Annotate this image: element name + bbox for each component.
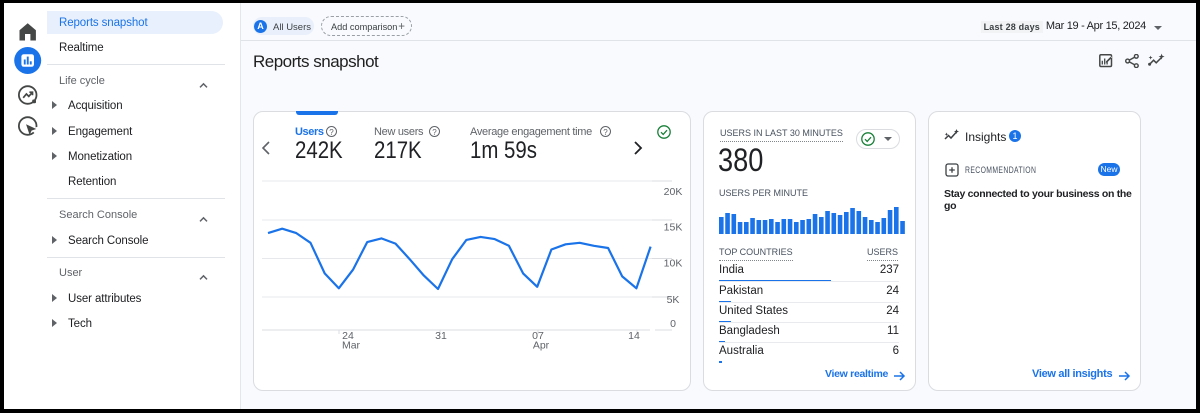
svg-text:31: 31 xyxy=(435,330,447,342)
svg-text:Apr: Apr xyxy=(533,340,550,352)
svg-text:10K: 10K xyxy=(664,258,683,270)
svg-text:Mar: Mar xyxy=(342,340,361,352)
svg-text:5K: 5K xyxy=(667,294,680,306)
svg-text:20K: 20K xyxy=(664,186,683,198)
svg-text:14: 14 xyxy=(628,330,640,342)
svg-text:0: 0 xyxy=(670,318,676,330)
svg-text:15K: 15K xyxy=(664,222,683,234)
